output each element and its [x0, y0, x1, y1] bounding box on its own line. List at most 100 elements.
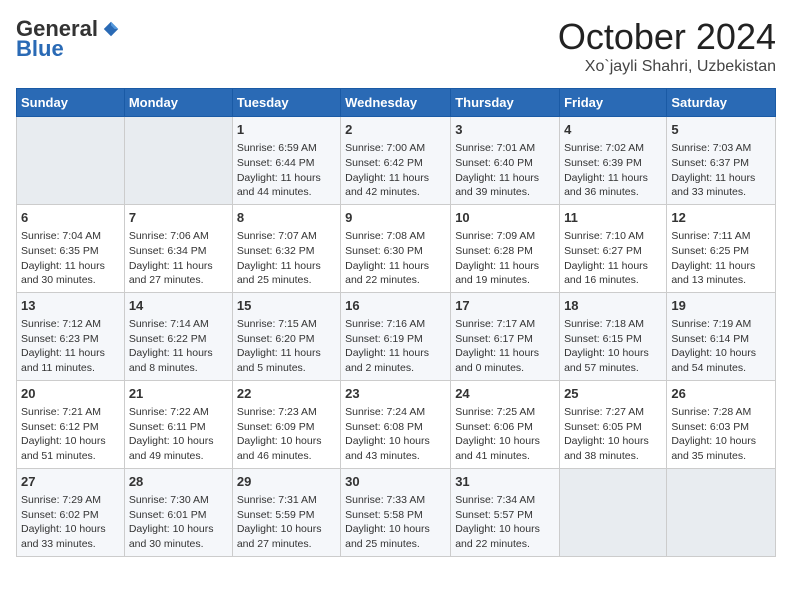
calendar-body: 1Sunrise: 6:59 AMSunset: 6:44 PMDaylight…: [17, 117, 776, 557]
day-info: Sunrise: 7:10 AM: [564, 229, 662, 244]
day-number: 26: [671, 385, 771, 403]
day-info: Sunset: 5:58 PM: [345, 508, 446, 523]
day-info: Sunrise: 7:19 AM: [671, 317, 771, 332]
day-info: Daylight: 11 hours and 44 minutes.: [237, 171, 336, 200]
day-info: Sunset: 6:09 PM: [237, 420, 336, 435]
calendar-cell: 1 Sunrise: 6:59 AMSunset: 6:44 PMDaylight…: [232, 117, 340, 205]
day-info: Sunset: 6:37 PM: [671, 156, 771, 171]
day-number: 11: [564, 209, 662, 227]
day-info: Sunrise: 7:30 AM: [129, 493, 228, 508]
day-info: Daylight: 11 hours and 11 minutes.: [21, 346, 120, 375]
day-info: Daylight: 11 hours and 27 minutes.: [129, 259, 228, 288]
day-info: Daylight: 11 hours and 2 minutes.: [345, 346, 446, 375]
calendar-cell: 29Sunrise: 7:31 AMSunset: 5:59 PMDayligh…: [232, 468, 340, 556]
col-sunday: Sunday: [17, 89, 125, 117]
day-number: 25: [564, 385, 662, 403]
calendar-cell: 22Sunrise: 7:23 AMSunset: 6:09 PMDayligh…: [232, 380, 340, 468]
day-info: Sunrise: 7:17 AM: [455, 317, 555, 332]
day-info: Daylight: 10 hours and 30 minutes.: [129, 522, 228, 551]
page-header: General Blue October 2024 Xo`jayli Shahr…: [16, 16, 776, 76]
day-info: Sunrise: 7:15 AM: [237, 317, 336, 332]
calendar-cell: 5Sunrise: 7:03 AMSunset: 6:37 PMDaylight…: [667, 117, 776, 205]
day-info: Daylight: 10 hours and 27 minutes.: [237, 522, 336, 551]
day-info: Sunrise: 7:11 AM: [671, 229, 771, 244]
day-info: Sunrise: 7:01 AM: [455, 141, 555, 156]
calendar-week-5: 27 Sunrise: 7:29 AMSunset: 6:02 PM Dayligh…: [17, 468, 776, 556]
day-number: 31: [455, 473, 555, 491]
day-info: Sunrise: 7:03 AM: [671, 141, 771, 156]
day-info: Sunset: 6:02 PM: [21, 508, 120, 523]
day-info: Sunset: 6:22 PM: [129, 332, 228, 347]
day-info: Sunrise: 7:34 AM: [455, 493, 555, 508]
calendar-cell: 21Sunrise: 7:22 AMSunset: 6:11 PMDayligh…: [124, 380, 232, 468]
day-number: 14: [129, 297, 228, 315]
day-info: Sunset: 6:34 PM: [129, 244, 228, 259]
day-info: Daylight: 10 hours and 25 minutes.: [345, 522, 446, 551]
day-info: Daylight: 11 hours and 8 minutes.: [129, 346, 228, 375]
calendar-week-3: 13Sunrise: 7:12 AMSunset: 6:23 PMDayligh…: [17, 292, 776, 380]
day-number: 12: [671, 209, 771, 227]
day-info: Daylight: 11 hours and 39 minutes.: [455, 171, 555, 200]
day-info: Daylight: 11 hours and 16 minutes.: [564, 259, 662, 288]
day-info: Daylight: 10 hours and 46 minutes.: [237, 434, 336, 463]
day-info: Sunrise: 6:59 AM: [237, 141, 336, 156]
day-info: Daylight: 11 hours and 42 minutes.: [345, 171, 446, 200]
day-info: Daylight: 10 hours and 22 minutes.: [455, 522, 555, 551]
calendar-cell: 9Sunrise: 7:08 AMSunset: 6:30 PMDaylight…: [341, 204, 451, 292]
logo-icon: [102, 20, 120, 38]
calendar-cell: [17, 117, 125, 205]
day-info: Daylight: 10 hours and 57 minutes.: [564, 346, 662, 375]
day-info: Sunset: 6:06 PM: [455, 420, 555, 435]
day-info: Sunrise: 7:22 AM: [129, 405, 228, 420]
day-info: Sunrise: 7:14 AM: [129, 317, 228, 332]
col-thursday: Thursday: [451, 89, 560, 117]
day-info: Sunset: 6:15 PM: [564, 332, 662, 347]
day-info: Daylight: 11 hours and 25 minutes.: [237, 259, 336, 288]
logo: General Blue: [16, 16, 120, 62]
day-info: Sunrise: 7:27 AM: [564, 405, 662, 420]
day-info: Sunset: 5:57 PM: [455, 508, 555, 523]
day-number: 17: [455, 297, 555, 315]
day-info: Sunrise: 7:12 AM: [21, 317, 120, 332]
calendar-cell: 25Sunrise: 7:27 AMSunset: 6:05 PMDayligh…: [560, 380, 667, 468]
day-info: Sunrise: 7:25 AM: [455, 405, 555, 420]
calendar-table: Sunday Monday Tuesday Wednesday Thursday…: [16, 88, 776, 557]
calendar-cell: 18Sunrise: 7:18 AMSunset: 6:15 PMDayligh…: [560, 292, 667, 380]
calendar-week-4: 20Sunrise: 7:21 AMSunset: 6:12 PMDayligh…: [17, 380, 776, 468]
calendar-cell: [124, 117, 232, 205]
calendar-cell: 14 Sunrise: 7:14 AMSunset: 6:22 PMDayligh…: [124, 292, 232, 380]
day-number: 27: [21, 473, 120, 491]
day-info: Sunrise: 7:31 AM: [237, 493, 336, 508]
day-number: 20: [21, 385, 120, 403]
day-info: Daylight: 10 hours and 38 minutes.: [564, 434, 662, 463]
day-info: Daylight: 11 hours and 36 minutes.: [564, 171, 662, 200]
day-info: Sunrise: 7:02 AM: [564, 141, 662, 156]
col-wednesday: Wednesday: [341, 89, 451, 117]
day-number: 28: [129, 473, 228, 491]
day-info: Daylight: 10 hours and 54 minutes.: [671, 346, 771, 375]
day-info: Sunset: 6:03 PM: [671, 420, 771, 435]
day-info: Daylight: 11 hours and 13 minutes.: [671, 259, 771, 288]
day-number: 1: [237, 121, 336, 139]
day-info: Sunset: 6:28 PM: [455, 244, 555, 259]
calendar-cell: 28Sunrise: 7:30 AMSunset: 6:01 PMDayligh…: [124, 468, 232, 556]
day-info: Sunset: 6:20 PM: [237, 332, 336, 347]
day-info: Sunset: 5:59 PM: [237, 508, 336, 523]
day-info: Sunset: 6:44 PM: [237, 156, 336, 171]
calendar-cell: 26Sunrise: 7:28 AMSunset: 6:03 PMDayligh…: [667, 380, 776, 468]
day-number: 8: [237, 209, 336, 227]
day-info: Sunrise: 7:29 AM: [21, 493, 120, 508]
calendar-cell: 2Sunrise: 7:00 AMSunset: 6:42 PMDaylight…: [341, 117, 451, 205]
calendar-cell: 12Sunrise: 7:11 AMSunset: 6:25 PMDayligh…: [667, 204, 776, 292]
location-subtitle: Xo`jayli Shahri, Uzbekistan: [558, 58, 776, 76]
day-info: Sunrise: 7:04 AM: [21, 229, 120, 244]
calendar-cell: 8Sunrise: 7:07 AMSunset: 6:32 PMDaylight…: [232, 204, 340, 292]
day-info: Sunset: 6:32 PM: [237, 244, 336, 259]
day-number: 9: [345, 209, 446, 227]
col-saturday: Saturday: [667, 89, 776, 117]
day-info: Daylight: 10 hours and 43 minutes.: [345, 434, 446, 463]
day-info: Sunset: 6:12 PM: [21, 420, 120, 435]
calendar-cell: 31 Sunrise: 7:34 AMSunset: 5:57 PMDayligh…: [451, 468, 560, 556]
calendar-cell: 4Sunrise: 7:02 AMSunset: 6:39 PMDaylight…: [560, 117, 667, 205]
calendar-week-1: 1Sunrise: 6:59 AMSunset: 6:44 PMDaylight…: [17, 117, 776, 205]
